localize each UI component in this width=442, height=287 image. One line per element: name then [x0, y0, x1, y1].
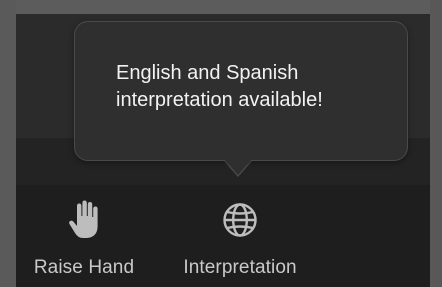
interpretation-tooltip: English and Spanish interpretation avail…	[74, 21, 408, 161]
tooltip-arrow	[224, 159, 252, 175]
hand-icon	[66, 200, 102, 240]
interpretation-label: Interpretation	[183, 257, 297, 278]
window-frame-right	[430, 0, 442, 287]
raise-hand-label: Raise Hand	[33, 257, 135, 278]
interpretation-button[interactable]: Interpretation	[166, 200, 314, 287]
window-frame-left	[0, 0, 16, 287]
globe-icon	[222, 200, 258, 240]
tooltip-message: English and Spanish interpretation avail…	[116, 62, 323, 111]
window-frame-top	[0, 0, 442, 14]
raise-hand-button[interactable]: Raise Hand	[22, 200, 146, 287]
